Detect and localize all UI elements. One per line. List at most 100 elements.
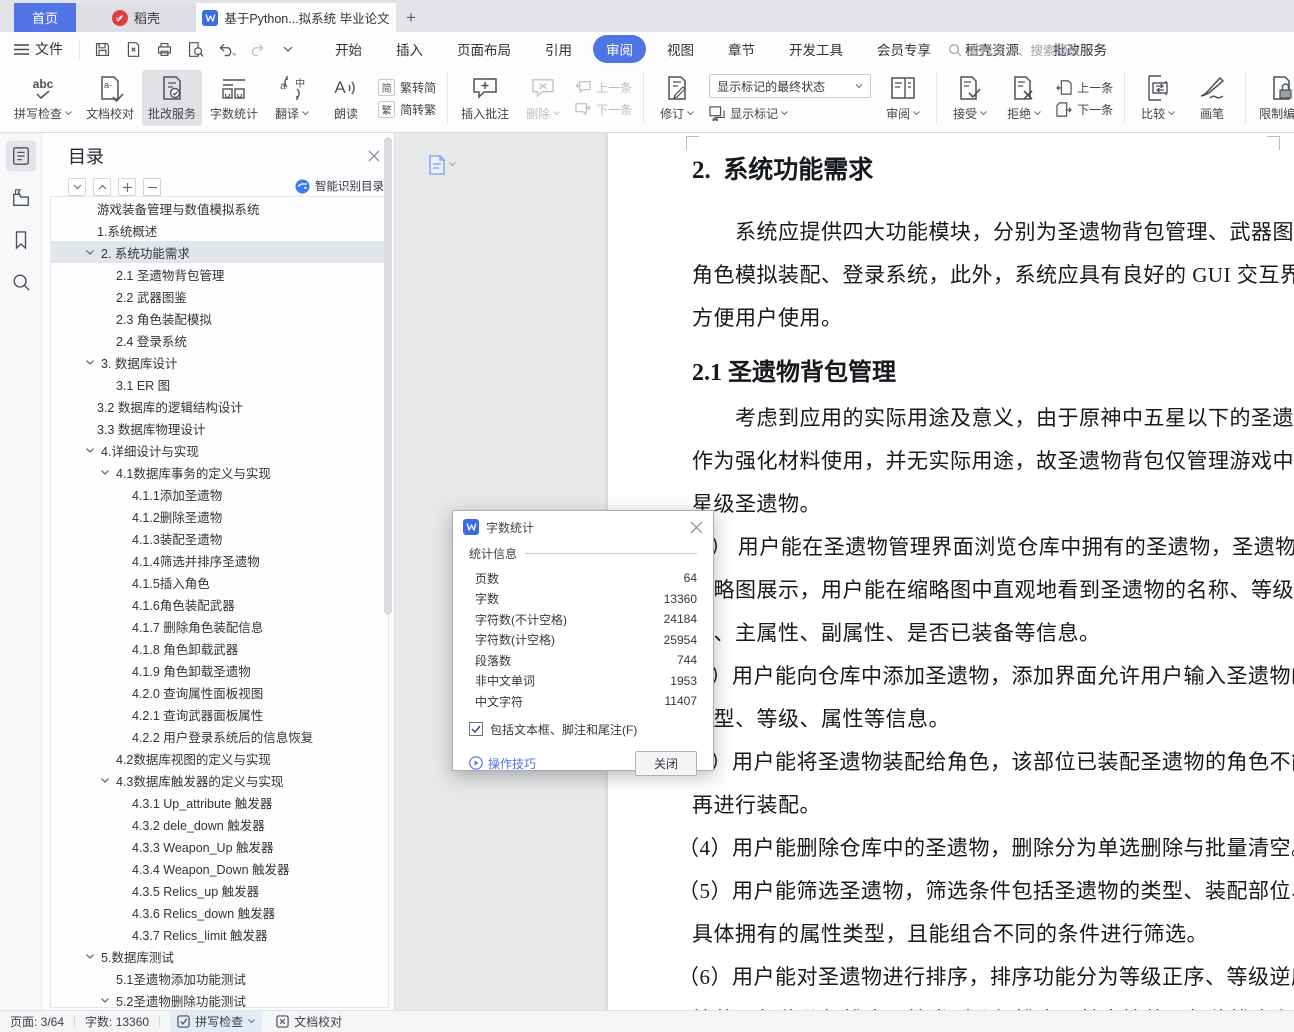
toc-item[interactable]: 4.3.6 Relics_down 触发器 [51,901,388,923]
show-markup-button[interactable]: 显示标记 [709,105,871,122]
ribbon-tab[interactable]: 章节 [715,35,768,63]
toc-item[interactable]: 3.2 数据库的逻辑结构设计 [51,395,388,417]
insert-comment-button[interactable]: 插入批注 [455,70,515,126]
toc-item[interactable]: 4.详细设计与实现 [51,439,388,461]
toc-item[interactable]: 4.1.3装配圣遗物 [51,527,388,549]
chevron-down-icon[interactable] [100,777,116,784]
spellcheck-toggle[interactable]: 拼写检查 [170,1011,263,1032]
restrict-editing-button[interactable]: 限制编辑 [1253,70,1294,126]
ribbon-tab[interactable]: 页面布局 [444,35,524,63]
ribbon-tab[interactable]: 插入 [383,35,436,63]
dialog-close-button[interactable] [690,521,703,534]
ribbon-tab[interactable]: 开始 [322,35,375,63]
delete-comment-button[interactable]: 删除 [517,70,569,126]
reject-revision-button[interactable]: 拒绝 [998,70,1050,126]
word-count-indicator[interactable]: 字数: 13360 [85,1013,149,1030]
toc-scrollbar[interactable] [384,137,392,615]
print-preview-button[interactable] [183,37,207,61]
ribbon-tab[interactable]: 开发工具 [776,35,856,63]
toc-item[interactable]: 4.1.8 角色卸载武器 [51,637,388,659]
toc-item[interactable]: 4.1.9 角色卸载圣遗物 [51,659,388,681]
prev-revision-button[interactable]: 上一条 [1056,79,1113,96]
proofread-service-button[interactable]: 批改服务 [142,70,203,126]
toc-item[interactable]: 5.数据库测试 [51,945,388,967]
toc-item[interactable]: 4.1.5插入角色 [51,571,388,593]
chevron-down-icon[interactable] [85,447,101,454]
tab-home[interactable]: 首页 [14,3,76,32]
word-count-button[interactable]: 字数统计 [204,70,264,126]
collapse-level-button[interactable] [143,178,161,196]
toc-item[interactable]: 4.2.0 查询属性面板视图 [51,681,388,703]
redo-button[interactable] [245,37,269,61]
file-menu-button[interactable]: 文件 [0,39,80,59]
doc-proofread-toggle[interactable]: 文档校对 [276,1013,342,1030]
toc-item[interactable]: 3.3 数据库物理设计 [51,417,388,439]
toc-item[interactable]: 4.3数据库触发器的定义与实现 [51,769,388,791]
toc-item[interactable]: 5.2圣遗物删除功能测试 [51,989,388,1007]
output-button[interactable] [121,37,145,61]
chapter-nav-button[interactable] [6,183,36,213]
simp-to-trad-button[interactable]: 繁 简转繁 [378,100,436,118]
chevron-down-icon[interactable] [100,469,116,476]
toc-item[interactable]: 2.3 角色装配模拟 [51,307,388,329]
print-button[interactable] [152,37,176,61]
toc-item[interactable]: 4.3.5 Relics_up 触发器 [51,879,388,901]
undo-button[interactable] [214,37,238,61]
toc-item[interactable]: 2. 系统功能需求 [51,241,388,263]
chevron-down-icon[interactable] [100,997,116,1004]
close-button[interactable]: 关闭 [635,750,697,776]
toc-item[interactable]: 4.2数据库视图的定义与实现 [51,747,388,769]
toc-item[interactable]: 4.3.1 Up_attribute 触发器 [51,791,388,813]
expand-all-button[interactable] [68,178,86,196]
page-settings-button[interactable] [428,155,456,175]
ink-brush-button[interactable]: 画笔 [1186,70,1238,126]
bookmark-panel-button[interactable] [6,225,36,255]
translate-button[interactable]: a中 翻译 [266,70,318,126]
prev-comment-button[interactable]: 上一条 [575,79,632,96]
toc-close-button[interactable] [368,150,380,162]
tab-docer[interactable]: 稻壳 [76,3,196,32]
expand-level-button[interactable] [118,178,136,196]
compare-button[interactable]: 比较 [1132,70,1184,126]
save-button[interactable] [90,37,114,61]
include-footnotes-checkbox[interactable]: 包括文本框、脚注和尾注(F) [469,721,697,738]
accept-revision-button[interactable]: 接受 [944,70,996,126]
track-changes-button[interactable]: 修订 [651,70,703,126]
toc-item[interactable]: 4.1.7 删除角色装配信息 [51,615,388,637]
toc-item[interactable]: 4.3.2 dele_down 触发器 [51,813,388,835]
ribbon-tab[interactable]: 视图 [654,35,707,63]
toc-item[interactable]: 4.3.7 Relics_limit 触发器 [51,923,388,945]
tab-document[interactable]: 基于Python...拟系统 毕业论文 [196,3,396,32]
toc-item[interactable]: 4.1.2删除圣遗物 [51,505,388,527]
toc-item[interactable]: 4.2.1 查询武器面板属性 [51,703,388,725]
toc-item[interactable]: 2.1 圣遗物背包管理 [51,263,388,285]
markup-state-dropdown[interactable]: 显示标记的最终状态 [709,74,872,98]
toc-item[interactable]: 4.1.1添加圣遗物 [51,483,388,505]
find-panel-button[interactable] [6,267,36,297]
ribbon-tab[interactable]: 引用 [532,35,585,63]
ribbon-tab[interactable]: 审阅 [593,35,646,63]
tips-link[interactable]: 操作技巧 [469,755,536,772]
dialog-titlebar[interactable]: 字数统计 [453,511,713,543]
chevron-down-icon[interactable] [85,359,101,366]
toc-item[interactable]: 5.1圣遗物添加功能测试 [51,967,388,989]
read-aloud-button[interactable]: A 朗读 [320,70,372,126]
toc-item[interactable]: 2.4 登录系统 [51,329,388,351]
toc-item[interactable]: 4.3.4 Weapon_Down 触发器 [51,857,388,879]
spellcheck-button[interactable]: abc 拼写检查 [8,70,78,126]
chevron-down-icon[interactable] [85,953,101,960]
toc-item[interactable]: 游戏装备管理与数值模拟系统 [51,197,388,219]
toc-item[interactable]: 3.1 ER 图 [51,373,388,395]
next-revision-button[interactable]: 下一条 [1056,101,1113,118]
toc-item[interactable]: 3. 数据库设计 [51,351,388,373]
toc-item[interactable]: 1.系统概述 [51,219,388,241]
toc-panel-button[interactable] [5,141,36,171]
chevron-down-icon[interactable] [85,249,101,256]
trad-to-simp-button[interactable]: 简 繁转简 [378,78,436,96]
toc-item[interactable]: 4.1数据库事务的定义与实现 [51,461,388,483]
ribbon-tab[interactable]: 会员专享 [864,35,944,63]
toc-item[interactable]: 4.2.2 用户登录系统后的信息恢复 [51,725,388,747]
toc-item[interactable]: 2.2 武器图鉴 [51,285,388,307]
toc-item[interactable]: 4.3.3 Weapon_Up 触发器 [51,835,388,857]
new-tab-button[interactable]: + [396,3,426,32]
